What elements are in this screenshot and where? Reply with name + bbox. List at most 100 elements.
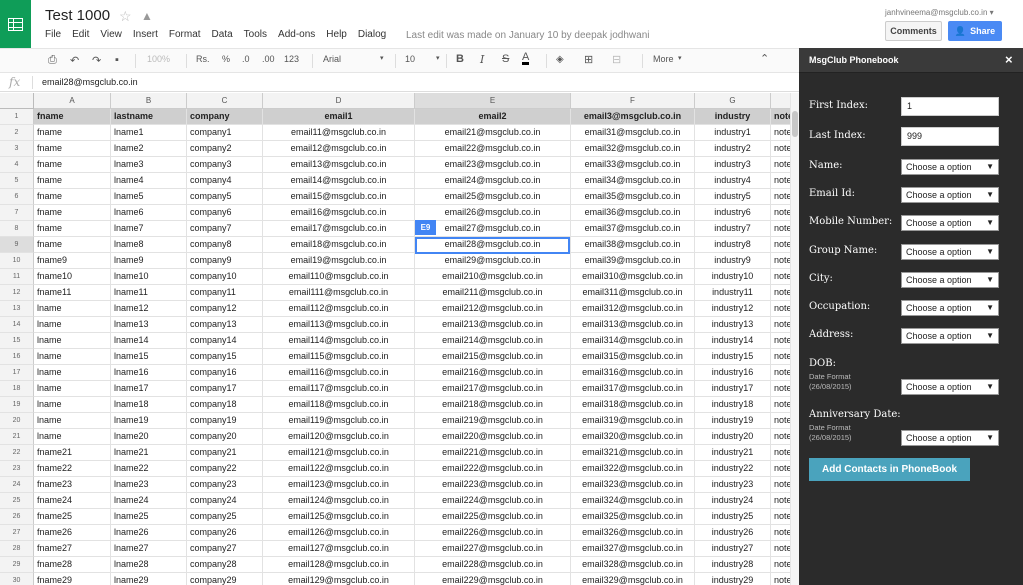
table-cell[interactable]: industry9 bbox=[695, 253, 771, 269]
table-cell[interactable]: lname23 bbox=[111, 477, 187, 493]
document-title[interactable]: Test 1000 bbox=[45, 7, 110, 24]
row-number[interactable]: 10 bbox=[0, 253, 34, 269]
table-cell[interactable]: lname26 bbox=[111, 525, 187, 541]
table-cell[interactable]: email124@msgclub.co.in bbox=[263, 493, 415, 509]
table-cell[interactable]: lname17 bbox=[111, 381, 187, 397]
table-cell[interactable]: lname13 bbox=[111, 317, 187, 333]
table-cell[interactable]: email228@msgclub.co.in bbox=[415, 557, 571, 573]
table-cell[interactable]: email122@msgclub.co.in bbox=[263, 461, 415, 477]
table-cell[interactable]: email113@msgclub.co.in bbox=[263, 317, 415, 333]
table-cell[interactable]: email126@msgclub.co.in bbox=[263, 525, 415, 541]
row-number[interactable]: 26 bbox=[0, 509, 34, 525]
table-cell[interactable]: lname3 bbox=[111, 157, 187, 173]
table-cell[interactable]: lname bbox=[34, 365, 111, 381]
table-cell[interactable]: email115@msgclub.co.in bbox=[263, 349, 415, 365]
row-number[interactable]: 3 bbox=[0, 141, 34, 157]
row-number[interactable]: 4 bbox=[0, 157, 34, 173]
table-cell[interactable]: industry12 bbox=[695, 301, 771, 317]
table-cell[interactable]: note bbox=[771, 573, 790, 585]
table-cell[interactable]: email111@msgclub.co.in bbox=[263, 285, 415, 301]
table-cell[interactable]: note bbox=[771, 461, 790, 477]
table-cell[interactable]: email325@msgclub.co.in bbox=[571, 509, 695, 525]
table-cell[interactable]: email218@msgclub.co.in bbox=[415, 397, 571, 413]
table-cell[interactable]: note bbox=[771, 173, 790, 189]
redo-icon[interactable]: ↷ bbox=[92, 54, 101, 67]
table-cell[interactable]: email220@msgclub.co.in bbox=[415, 429, 571, 445]
table-cell[interactable]: note bbox=[771, 365, 790, 381]
table-cell[interactable]: note bbox=[771, 557, 790, 573]
collapse-toolbar-icon[interactable]: ⌃ bbox=[760, 52, 769, 65]
table-cell[interactable]: email221@msgclub.co.in bbox=[415, 445, 571, 461]
table-cell[interactable]: email213@msgclub.co.in bbox=[415, 317, 571, 333]
table-cell[interactable]: fname23 bbox=[34, 477, 111, 493]
table-cell[interactable]: email21@msgclub.co.in bbox=[415, 125, 571, 141]
table-cell[interactable]: lname19 bbox=[111, 413, 187, 429]
share-button[interactable]: 👤 Share bbox=[948, 21, 1002, 41]
row-number[interactable]: 29 bbox=[0, 557, 34, 573]
table-cell[interactable]: note bbox=[771, 525, 790, 541]
table-cell[interactable]: email322@msgclub.co.in bbox=[571, 461, 695, 477]
table-cell[interactable]: company1 bbox=[187, 125, 263, 141]
table-cell[interactable]: industry1 bbox=[695, 125, 771, 141]
table-cell[interactable]: industry27 bbox=[695, 541, 771, 557]
table-cell[interactable]: company15 bbox=[187, 349, 263, 365]
header-cell[interactable]: email2 bbox=[415, 109, 571, 125]
table-cell[interactable]: note bbox=[771, 205, 790, 221]
row-number[interactable]: 22 bbox=[0, 445, 34, 461]
table-cell[interactable]: company28 bbox=[187, 557, 263, 573]
last-edit-link[interactable]: Last edit was made on January 10 by deep… bbox=[406, 30, 650, 41]
column-header-h[interactable] bbox=[771, 93, 790, 109]
table-cell[interactable]: industry10 bbox=[695, 269, 771, 285]
first-index-input[interactable]: 1 bbox=[901, 97, 999, 116]
table-cell[interactable]: lname24 bbox=[111, 493, 187, 509]
table-cell[interactable]: company21 bbox=[187, 445, 263, 461]
strikethrough-button[interactable]: S bbox=[502, 53, 509, 65]
merge-cells-icon[interactable]: ⊟ bbox=[612, 53, 621, 66]
table-cell[interactable]: company17 bbox=[187, 381, 263, 397]
table-cell[interactable]: lname bbox=[34, 397, 111, 413]
header-cell[interactable]: note bbox=[771, 109, 790, 125]
table-cell[interactable]: email212@msgclub.co.in bbox=[415, 301, 571, 317]
table-cell[interactable]: company5 bbox=[187, 189, 263, 205]
table-cell[interactable]: company9 bbox=[187, 253, 263, 269]
table-cell[interactable]: email225@msgclub.co.in bbox=[415, 509, 571, 525]
table-cell[interactable]: lname5 bbox=[111, 189, 187, 205]
table-cell[interactable]: lname bbox=[34, 317, 111, 333]
table-cell[interactable]: note bbox=[771, 413, 790, 429]
table-cell[interactable]: lname12 bbox=[111, 301, 187, 317]
table-cell[interactable]: fname bbox=[34, 141, 111, 157]
table-cell[interactable]: company6 bbox=[187, 205, 263, 221]
table-cell[interactable]: email37@msgclub.co.in bbox=[571, 221, 695, 237]
row-number[interactable]: 5 bbox=[0, 173, 34, 189]
table-cell[interactable]: email25@msgclub.co.in bbox=[415, 189, 571, 205]
table-cell[interactable]: email319@msgclub.co.in bbox=[571, 413, 695, 429]
table-cell[interactable]: email114@msgclub.co.in bbox=[263, 333, 415, 349]
occupation-select[interactable]: Choose a option ▼ bbox=[901, 300, 999, 316]
table-cell[interactable]: email215@msgclub.co.in bbox=[415, 349, 571, 365]
address-select[interactable]: Choose a option ▼ bbox=[901, 328, 999, 344]
table-cell[interactable]: note bbox=[771, 269, 790, 285]
table-cell[interactable]: email214@msgclub.co.in bbox=[415, 333, 571, 349]
table-cell[interactable]: email127@msgclub.co.in bbox=[263, 541, 415, 557]
table-cell[interactable]: email39@msgclub.co.in bbox=[571, 253, 695, 269]
group-name-select[interactable]: Choose a option ▼ bbox=[901, 244, 999, 260]
menu-format[interactable]: Format bbox=[169, 29, 201, 40]
table-cell[interactable]: company25 bbox=[187, 509, 263, 525]
table-cell[interactable]: email28@msgclub.co.in bbox=[415, 237, 571, 253]
table-cell[interactable]: email128@msgclub.co.in bbox=[263, 557, 415, 573]
column-header-c[interactable]: C bbox=[187, 93, 263, 109]
table-cell[interactable]: email14@msgclub.co.in bbox=[263, 173, 415, 189]
table-cell[interactable]: note bbox=[771, 429, 790, 445]
table-cell[interactable]: email24@msgclub.co.in bbox=[415, 173, 571, 189]
row-number[interactable]: 11 bbox=[0, 269, 34, 285]
menu-view[interactable]: View bbox=[100, 29, 122, 40]
table-cell[interactable]: fname9 bbox=[34, 253, 111, 269]
table-cell[interactable]: lname21 bbox=[111, 445, 187, 461]
header-cell[interactable]: email1 bbox=[263, 109, 415, 125]
table-cell[interactable]: email125@msgclub.co.in bbox=[263, 509, 415, 525]
table-cell[interactable]: email324@msgclub.co.in bbox=[571, 493, 695, 509]
table-cell[interactable]: company20 bbox=[187, 429, 263, 445]
table-cell[interactable]: note bbox=[771, 157, 790, 173]
table-cell[interactable]: industry14 bbox=[695, 333, 771, 349]
table-cell[interactable]: email321@msgclub.co.in bbox=[571, 445, 695, 461]
